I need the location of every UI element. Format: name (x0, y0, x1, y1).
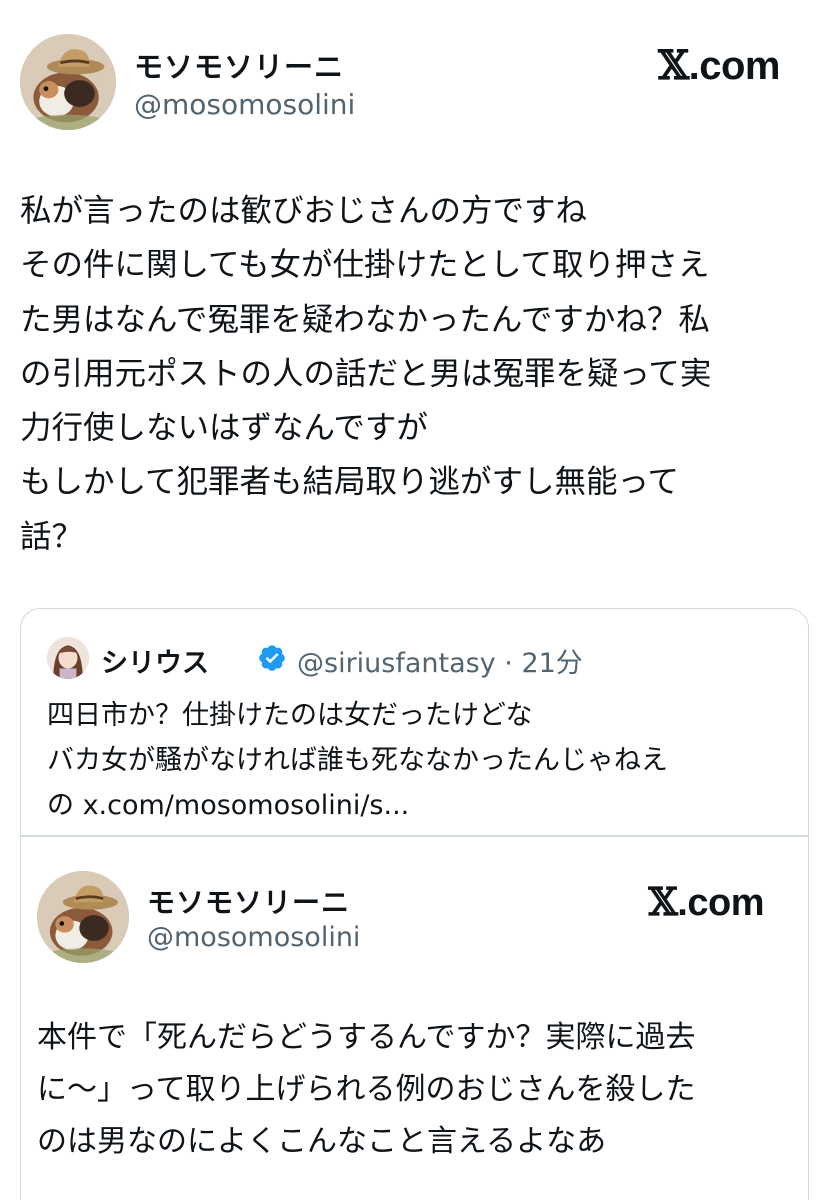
post-text-line: 力行使しないはずなんですが (20, 410, 428, 447)
post-text-line: の引用元ポストの人の話だと男は冤罪を疑って実 (20, 355, 712, 392)
author-display-name[interactable]: モソモソリーニ (134, 44, 344, 86)
quoted-post-text: 四日市か？仕掛けたのは女だったけどな バカ女が騒がなければ誰も死ななかったんじゃ… (47, 693, 787, 828)
embedded-text-line: 本件で「死んだらどうするんですか？実際に過去 (37, 1020, 696, 1055)
x-logo-icon: 𝕏.com (658, 42, 780, 89)
post-screenshot: モソモソリーニ @mosomosolini 𝕏.com 私が言ったのは歓びおじさ… (0, 0, 828, 1200)
embedded-post-text: 本件で「死んだらどうするんですか？実際に過去 に〜」って取り上げられる例のおじさ… (37, 1012, 797, 1168)
post-header: モソモソリーニ @mosomosolini 𝕏.com (0, 0, 828, 150)
embedded-author-display-name: モソモソリーニ (147, 886, 351, 919)
x-logo-icon: 𝕏.com (648, 879, 764, 924)
post-text-line: 話？ (20, 518, 84, 555)
quoted-text-line: 四日市か？仕掛けたのは女だったけどな (47, 700, 533, 731)
author-handle[interactable]: @mosomosolini (134, 88, 355, 121)
post-text-line: もしかして犯罪者も結局取り逃がすし無能って (20, 464, 679, 501)
quoted-handle-and-time[interactable]: @siriusfantasy · 21分 (297, 641, 583, 680)
quoted-author-display-name[interactable]: シリウス (101, 641, 209, 680)
post-text-line: その件に関しても女が仕掛けたとして取り押さえ (20, 247, 710, 284)
post-text: 私が言ったのは歓びおじさんの方ですね その件に関しても女が仕掛けたとして取り押さ… (20, 184, 812, 564)
quoted-text-line[interactable]: の x.com/mosomosolini/s... (47, 783, 787, 828)
avatar-anime-girl-image (47, 637, 89, 679)
quoted-avatar[interactable] (47, 637, 89, 679)
quoted-post-header: シリウス @siriusfantasy · 21分 (47, 637, 787, 681)
verified-checkmark-icon (259, 645, 285, 671)
quoted-media-image[interactable]: モソモソリーニ @mosomosolini 𝕏.com 本件で「死んだらどうする… (21, 837, 808, 1200)
avatar-guinea-pig-hat-image (20, 34, 116, 130)
quoted-post-card[interactable]: シリウス @siriusfantasy · 21分 四日市か？仕掛けたのは女だっ… (20, 608, 809, 1200)
avatar-guinea-pig-hat-image (37, 871, 129, 963)
embedded-avatar (37, 871, 129, 963)
quoted-text-line: バカ女が騒がなければ誰も死ななかったんじゃねえ (47, 745, 668, 776)
avatar[interactable] (20, 34, 116, 130)
post-text-line: た男はなんで冤罪を疑わなかったんですかね？私 (20, 301, 710, 338)
post-text-line: 私が言ったのは歓びおじさんの方ですね (20, 193, 588, 229)
embedded-text-line: に〜」って取り上げられる例のおじさんを殺した (37, 1072, 696, 1107)
embedded-author-handle: @mosomosolini (147, 922, 361, 953)
embedded-text-line: のは男なのによくこんなこと言えるよなあ (37, 1124, 607, 1159)
